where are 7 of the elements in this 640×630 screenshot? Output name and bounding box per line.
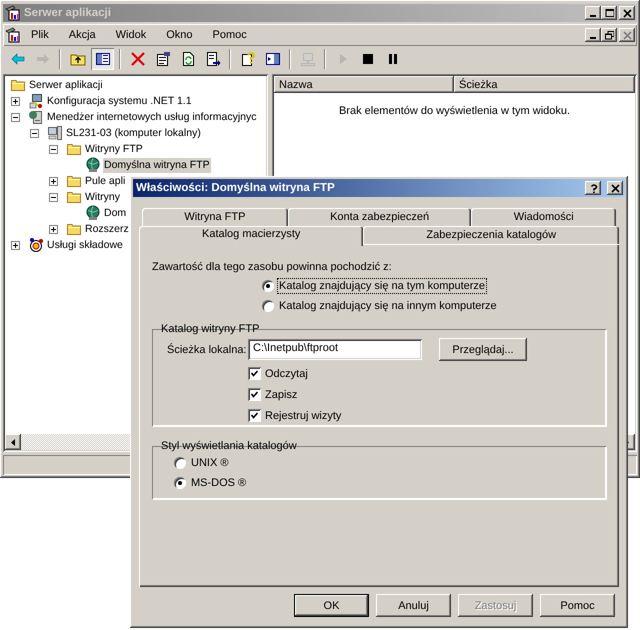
window-title: Serwer aplikacji [24, 7, 112, 19]
prompt-text: Zawartość dla tego zasobu powinna pochodzić z: [152, 261, 393, 273]
field-label: Ścieżka lokalna: [166, 344, 248, 356]
empty-message: Brak elementów do wyświetlenia w tym widoku. [338, 105, 570, 117]
dialog-title: Właściwości: Domyślna witryna FTP [136, 182, 336, 194]
group-title: Styl wyświetlania katalogów [160, 440, 298, 452]
group-title: Katalog witryny FTP [160, 323, 260, 335]
